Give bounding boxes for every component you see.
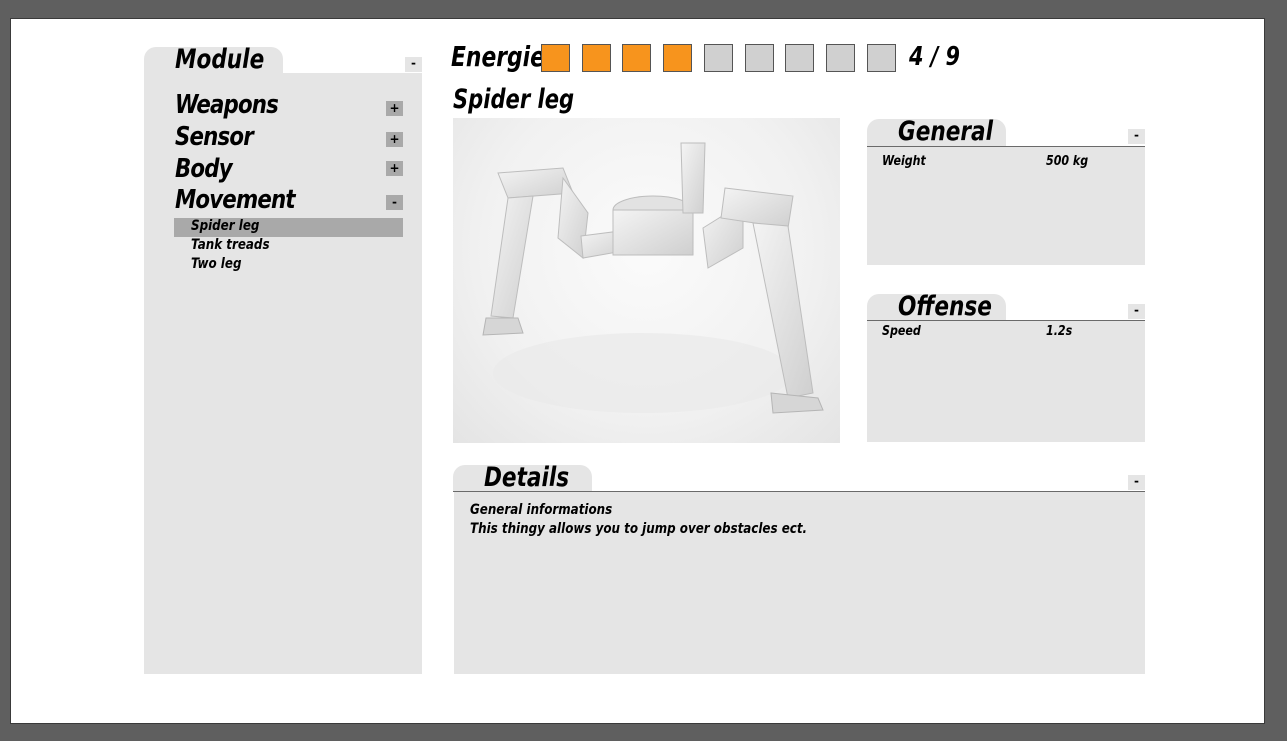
energy-label: Energie bbox=[451, 40, 545, 73]
energy-cell-empty bbox=[703, 44, 733, 72]
movement-item-spider-leg[interactable]: Spider leg bbox=[191, 218, 259, 234]
energy-cell-filled bbox=[541, 44, 570, 72]
energy-cell-empty bbox=[785, 44, 815, 72]
offense-panel bbox=[867, 321, 1145, 442]
energy-cell-filled bbox=[622, 44, 652, 72]
weight-value: 500 kg bbox=[1046, 154, 1089, 169]
weapons-expand-button[interactable]: + bbox=[386, 101, 403, 116]
details-collapse-button[interactable]: - bbox=[1128, 475, 1145, 490]
details-description: This thingy allows you to jump over obst… bbox=[470, 521, 808, 537]
energy-cell-empty bbox=[825, 44, 855, 72]
weight-label: Weight bbox=[882, 154, 926, 169]
energy-cell-empty bbox=[866, 44, 896, 72]
spider-leg-render-icon bbox=[482, 142, 824, 414]
details-panel-title: Details bbox=[484, 462, 570, 493]
energy-count: 4 / 9 bbox=[909, 42, 961, 72]
general-panel-title: General bbox=[898, 116, 994, 147]
movement-item-two-leg[interactable]: Two leg bbox=[191, 256, 241, 272]
details-heading: General informations bbox=[470, 502, 613, 518]
body-expand-button[interactable]: + bbox=[386, 161, 403, 176]
category-body[interactable]: Body bbox=[175, 154, 233, 184]
module-collapse-button[interactable]: - bbox=[405, 57, 422, 72]
energy-cell-filled bbox=[663, 44, 693, 72]
module-preview-image bbox=[453, 118, 840, 443]
category-movement[interactable]: Movement bbox=[175, 185, 296, 215]
offense-panel-title: Offense bbox=[898, 291, 992, 322]
sensor-expand-button[interactable]: + bbox=[386, 132, 403, 147]
selected-module-title: Spider leg bbox=[453, 84, 575, 115]
movement-collapse-button[interactable]: - bbox=[386, 195, 403, 210]
module-panel-title: Module bbox=[175, 44, 265, 75]
general-collapse-button[interactable]: - bbox=[1128, 129, 1145, 144]
energy-cell-empty bbox=[744, 44, 774, 72]
category-weapons[interactable]: Weapons bbox=[175, 90, 279, 120]
energy-cell-filled bbox=[581, 44, 611, 72]
offense-collapse-button[interactable]: - bbox=[1128, 304, 1145, 319]
details-panel bbox=[454, 492, 1145, 674]
movement-item-tank-treads[interactable]: Tank treads bbox=[191, 237, 270, 253]
speed-label: Speed bbox=[882, 324, 921, 339]
category-sensor[interactable]: Sensor bbox=[175, 122, 254, 152]
speed-value: 1.2s bbox=[1046, 324, 1073, 339]
